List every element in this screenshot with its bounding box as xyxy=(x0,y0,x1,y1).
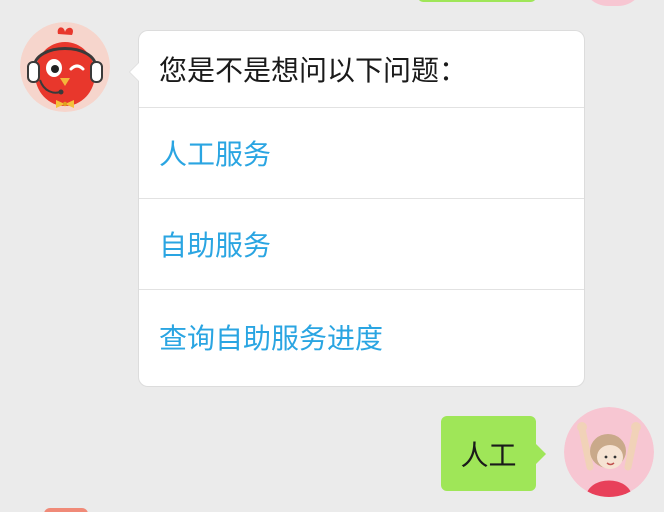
bot-prompt-text: 您是不是想问以下问题： xyxy=(139,31,584,108)
option-manual-service[interactable]: 人工服务 xyxy=(139,108,584,199)
previous-message-bubble[interactable] xyxy=(418,0,536,2)
option-self-service[interactable]: 自助服务 xyxy=(139,199,584,290)
next-bot-avatar[interactable] xyxy=(44,508,88,512)
previous-user-avatar[interactable] xyxy=(582,0,644,6)
bot-avatar[interactable] xyxy=(20,22,110,112)
chat-message-list[interactable]: 您是不是想问以下问题： 人工服务 自助服务 查询自助服务进度 人工 xyxy=(0,0,664,512)
bot-message-bubble: 您是不是想问以下问题： 人工服务 自助服务 查询自助服务进度 xyxy=(129,31,584,386)
user-avatar[interactable] xyxy=(564,407,654,497)
girl-hands-up-icon xyxy=(564,407,654,497)
option-check-self-service-progress[interactable]: 查询自助服务进度 xyxy=(139,290,584,384)
red-bird-headset-icon xyxy=(20,22,110,112)
user-message-text: 人工 xyxy=(460,438,517,472)
user-message-bubble[interactable]: 人工 xyxy=(441,416,546,491)
